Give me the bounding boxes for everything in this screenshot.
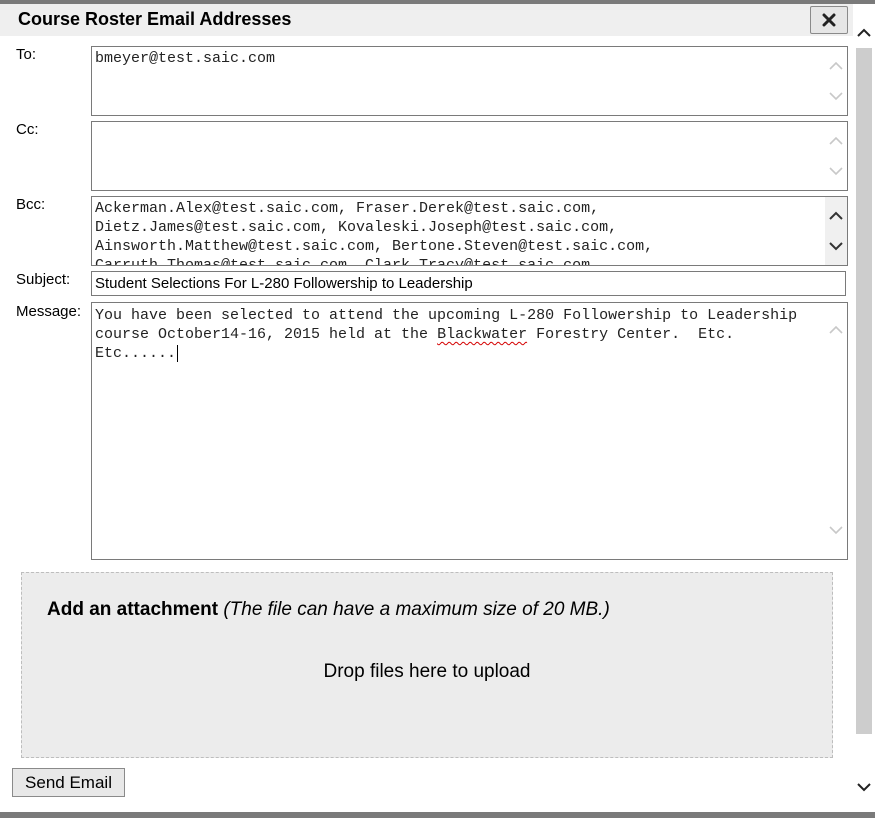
chevron-up-icon[interactable] bbox=[827, 207, 845, 225]
chevron-up-icon[interactable] bbox=[827, 321, 845, 339]
attachment-dropzone[interactable]: Add an attachment (The file can have a m… bbox=[21, 572, 833, 758]
cc-label: Cc: bbox=[16, 121, 39, 138]
send-email-button[interactable]: Send Email bbox=[12, 768, 125, 797]
attachment-title: Add an attachment bbox=[47, 599, 219, 620]
chevron-down-icon[interactable] bbox=[827, 162, 845, 180]
text-cursor bbox=[177, 345, 179, 362]
dialog-scrollbar-thumb[interactable] bbox=[856, 48, 872, 734]
message-textarea[interactable]: You have been selected to attend the upc… bbox=[91, 302, 848, 560]
attachment-size-note: (The file can have a maximum size of 20 … bbox=[223, 599, 610, 620]
close-button[interactable] bbox=[810, 6, 848, 34]
close-icon bbox=[822, 13, 836, 27]
to-label: To: bbox=[16, 46, 37, 63]
chevron-down-icon[interactable] bbox=[827, 521, 845, 539]
cc-field[interactable] bbox=[91, 121, 848, 191]
attachment-heading: Add an attachment (The file can have a m… bbox=[47, 599, 610, 621]
to-field[interactable]: bmeyer@test.saic.com bbox=[91, 46, 848, 116]
email-dialog: Course Roster Email Addresses To: bmeyer… bbox=[0, 4, 875, 812]
dialog-scrollbar[interactable] bbox=[853, 24, 875, 802]
bcc-field[interactable]: Ackerman.Alex@test.saic.com, Fraser.Dere… bbox=[91, 196, 848, 266]
dialog-titlebar: Course Roster Email Addresses bbox=[0, 4, 853, 36]
background-page-edge-bottom bbox=[0, 812, 875, 818]
subject-input-text: Student Selections For L-280 Followershi… bbox=[95, 275, 473, 292]
dialog-title: Course Roster Email Addresses bbox=[18, 9, 292, 29]
bcc-field-text: Ackerman.Alex@test.saic.com, Fraser.Dere… bbox=[95, 200, 663, 266]
message-text: You have been selected to attend the upc… bbox=[95, 306, 821, 363]
drop-files-text: Drop files here to upload bbox=[323, 661, 531, 682]
chevron-up-icon[interactable] bbox=[827, 57, 845, 75]
chevron-down-icon[interactable] bbox=[855, 778, 873, 796]
misspelled-word: Blackwater bbox=[437, 326, 528, 343]
chevron-up-icon[interactable] bbox=[827, 132, 845, 150]
bcc-label: Bcc: bbox=[16, 196, 46, 213]
message-label: Message: bbox=[16, 303, 82, 320]
to-field-text: bmeyer@test.saic.com bbox=[95, 50, 276, 67]
chevron-down-icon[interactable] bbox=[827, 237, 845, 255]
subject-input[interactable]: Student Selections For L-280 Followershi… bbox=[91, 271, 846, 296]
subject-label: Subject: bbox=[16, 271, 71, 288]
chevron-down-icon[interactable] bbox=[827, 87, 845, 105]
chevron-up-icon[interactable] bbox=[855, 24, 873, 42]
